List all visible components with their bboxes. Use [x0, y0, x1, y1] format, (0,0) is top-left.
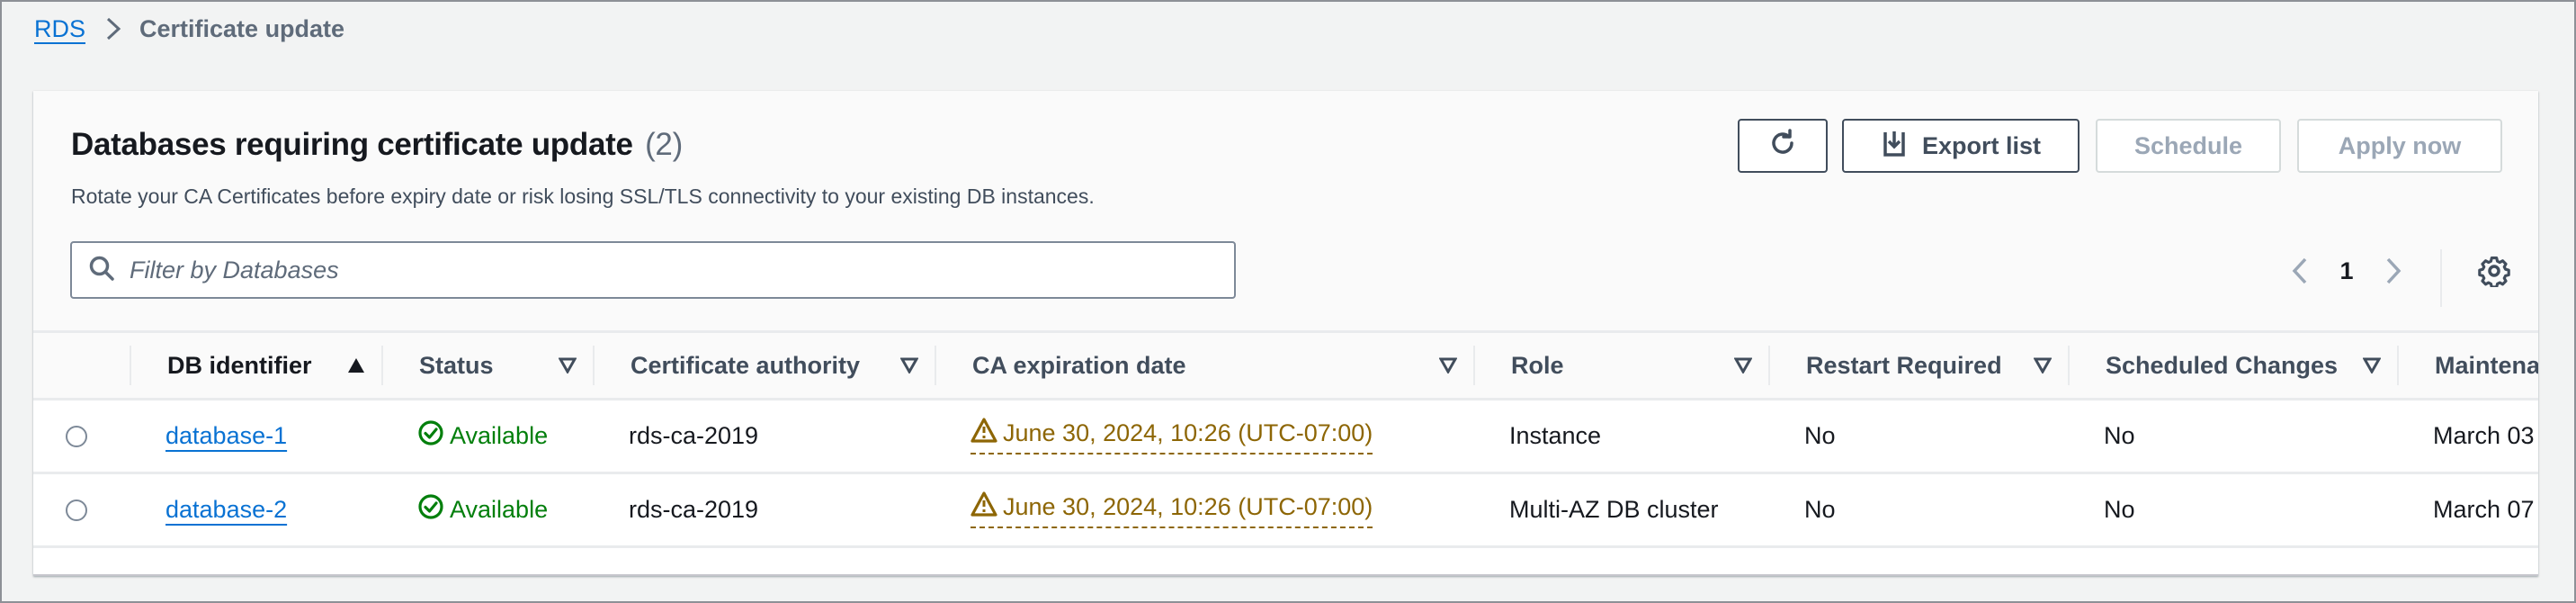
column-header-certificate-authority[interactable]: Certificate authority: [593, 332, 935, 400]
row-select-radio[interactable]: [66, 425, 87, 447]
scheduled-changes-cell: No: [2104, 496, 2135, 523]
breadcrumb-current: Certificate update: [139, 14, 345, 42]
apply-now-button[interactable]: Apply now: [2297, 119, 2502, 173]
pagination: 1: [2282, 246, 2411, 296]
breadcrumb-rds-link[interactable]: RDS: [34, 15, 85, 43]
status-text: Available: [450, 422, 549, 449]
role-cell: Instance: [1509, 422, 1602, 449]
row-select-radio[interactable]: [66, 499, 87, 521]
status-indicator: Available: [417, 493, 548, 526]
table-footer-space: [33, 548, 2538, 574]
column-header-db-identifier[interactable]: DB identifier: [130, 332, 381, 400]
column-header-role[interactable]: Role: [1473, 332, 1768, 400]
maintenance-cell: March 07: [2433, 496, 2535, 523]
scheduled-changes-cell: No: [2104, 422, 2135, 449]
filter-field[interactable]: [70, 241, 1236, 299]
expiration-text: June 30, 2024, 10:26 (UTC-07:00): [1003, 493, 1373, 520]
db-identifier-cell: database-1: [130, 400, 381, 473]
table-row[interactable]: database-1 Available rds-ca-2019 June 30…: [33, 399, 2538, 473]
expiration-warning[interactable]: June 30, 2024, 10:26 (UTC-07:00): [970, 491, 1373, 528]
sort-ascending-icon: [347, 352, 365, 380]
certificate-authority-cell: rds-ca-2019: [629, 496, 759, 523]
db-identifier-link[interactable]: database-1: [165, 422, 287, 449]
search-icon: [88, 255, 115, 286]
pagination-divider: [2440, 249, 2442, 307]
db-identifier-link[interactable]: database-2: [165, 496, 287, 523]
certificate-authority-cell: rds-ca-2019: [629, 422, 759, 449]
column-label: Certificate authority: [631, 351, 861, 379]
sort-unsorted-icon: [2033, 352, 2053, 380]
column-label: Scheduled Changes: [2106, 351, 2339, 379]
breadcrumb: RDS Certificate update: [34, 11, 344, 47]
current-page-number[interactable]: 1: [2318, 257, 2375, 285]
download-icon: [1881, 129, 1908, 164]
warning-icon: [970, 491, 997, 523]
card-title-text: Databases requiring certificate update: [71, 127, 633, 162]
db-identifier-cell: database-2: [130, 473, 381, 547]
export-list-label: Export list: [1921, 131, 2042, 159]
refresh-icon: [1767, 128, 1798, 165]
column-header-maintenance[interactable]: Maintena: [2397, 332, 2538, 400]
expiration-warning[interactable]: June 30, 2024, 10:26 (UTC-07:00): [970, 418, 1373, 454]
status-indicator: Available: [417, 419, 548, 453]
check-circle-icon: [417, 419, 444, 453]
restart-required-cell: No: [1804, 496, 1836, 523]
column-label: Role: [1511, 351, 1564, 379]
export-list-button[interactable]: Export list: [1842, 119, 2080, 173]
sort-unsorted-icon: [558, 352, 577, 380]
schedule-button[interactable]: Schedule: [2096, 119, 2281, 173]
refresh-button[interactable]: [1738, 119, 1828, 173]
chevron-right-icon: [105, 16, 121, 41]
status-cell: Available: [381, 400, 593, 473]
databases-card: Databases requiring certificate update (…: [33, 91, 2538, 576]
previous-page-button[interactable]: [2282, 253, 2318, 289]
next-page-button[interactable]: [2375, 253, 2411, 289]
column-label: Status: [419, 351, 494, 379]
column-label: DB identifier: [167, 351, 312, 379]
filter-input[interactable]: [128, 255, 1234, 285]
maintenance-cell: March 03: [2433, 422, 2535, 449]
column-header-restart-required[interactable]: Restart Required: [1768, 332, 2068, 400]
ca-expiration-cell: June 30, 2024, 10:26 (UTC-07:00): [935, 473, 1473, 547]
column-header-ca-expiration-date[interactable]: CA expiration date: [935, 332, 1473, 400]
restart-required-cell: No: [1804, 422, 1836, 449]
sort-unsorted-icon: [899, 352, 919, 380]
sort-unsorted-icon: [1438, 352, 1458, 380]
sort-unsorted-icon: [1733, 352, 1753, 380]
row-select-cell: [33, 473, 130, 547]
card-title-count: (2): [645, 127, 683, 162]
column-label: Restart Required: [1806, 351, 2002, 379]
status-cell: Available: [381, 473, 593, 547]
table-row[interactable]: database-2 Available rds-ca-2019 June 30…: [33, 472, 2538, 547]
databases-table: DB identifier Status Certificate authori…: [33, 330, 2538, 574]
check-circle-icon: [417, 493, 444, 526]
role-cell: Multi-AZ DB cluster: [1509, 496, 1719, 523]
column-header-scheduled-changes[interactable]: Scheduled Changes: [2068, 332, 2397, 400]
column-header-status[interactable]: Status: [381, 332, 593, 400]
gear-icon[interactable]: [2478, 255, 2510, 289]
card-description: Rotate your CA Certificates before expir…: [71, 184, 1095, 208]
column-label: CA expiration date: [972, 351, 1186, 379]
warning-icon: [970, 418, 997, 449]
column-label: Maintena: [2435, 351, 2538, 379]
select-column-header: [33, 332, 130, 400]
ca-expiration-cell: June 30, 2024, 10:26 (UTC-07:00): [935, 400, 1473, 473]
expiration-text: June 30, 2024, 10:26 (UTC-07:00): [1003, 419, 1373, 446]
card-title: Databases requiring certificate update (…: [71, 127, 683, 163]
sort-unsorted-icon: [2362, 352, 2382, 380]
row-select-cell: [33, 400, 130, 473]
status-text: Available: [450, 496, 549, 523]
table-header-row: DB identifier Status Certificate authori…: [33, 331, 2538, 400]
